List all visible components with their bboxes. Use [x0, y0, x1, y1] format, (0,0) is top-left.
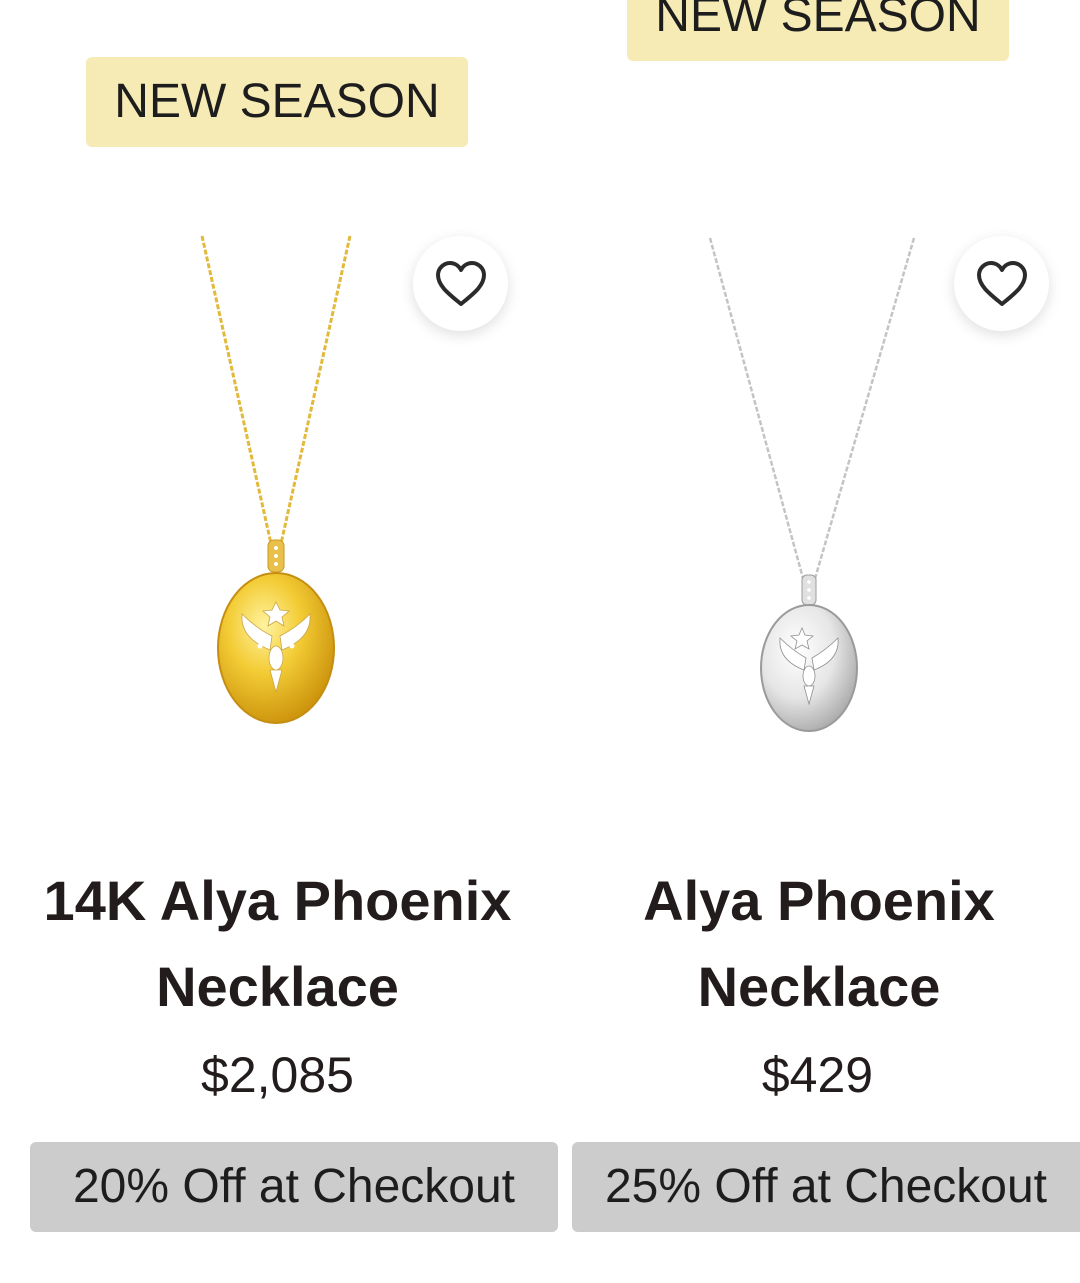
promo-label: 25% Off at Checkout — [572, 1142, 1080, 1232]
promo-label: 20% Off at Checkout — [30, 1142, 558, 1232]
product-name[interactable]: Alya Phoenix Necklace — [540, 858, 1080, 1030]
product-price: $2,085 — [201, 1047, 354, 1103]
wishlist-button[interactable] — [413, 236, 508, 331]
product-price: $429 — [761, 1047, 874, 1103]
product-name-line: Necklace — [697, 955, 941, 1018]
product-card[interactable]: NEW SEASON — [540, 0, 1080, 1283]
product-name-line: Necklace — [156, 955, 399, 1018]
heart-outline-icon — [435, 260, 486, 306]
product-name-line: Alya Phoenix — [643, 869, 995, 932]
product-name[interactable]: 14K Alya Phoenix Necklace — [0, 858, 555, 1030]
heart-outline-icon — [976, 260, 1027, 306]
product-card[interactable]: NEW SEASON — [0, 0, 558, 1283]
new-season-badge: NEW SEASON — [627, 0, 1009, 61]
product-name-line: 14K Alya Phoenix — [43, 869, 512, 932]
wishlist-button[interactable] — [954, 236, 1049, 331]
new-season-badge: NEW SEASON — [86, 57, 468, 147]
